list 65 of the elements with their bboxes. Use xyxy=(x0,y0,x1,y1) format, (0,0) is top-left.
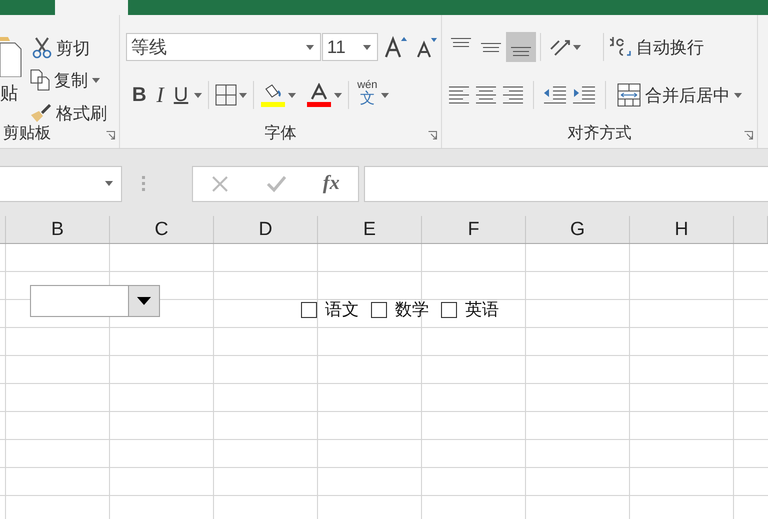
phonetic-button[interactable]: wén 文 xyxy=(355,80,380,110)
cut-button[interactable]: 剪切 xyxy=(30,33,92,63)
insert-function-button[interactable]: fx xyxy=(322,172,340,195)
borders-icon[interactable] xyxy=(215,84,238,106)
dialog-launcher-icon[interactable] xyxy=(106,131,115,140)
checkbox-label: 语文 xyxy=(325,299,359,321)
underline-button[interactable]: U xyxy=(170,80,192,110)
font-color-icon[interactable] xyxy=(306,83,332,107)
checkbox[interactable] xyxy=(441,302,457,318)
merge-cells-icon xyxy=(617,83,641,107)
bold-button[interactable]: B xyxy=(128,80,150,110)
group-label: 对齐方式 xyxy=(568,124,632,144)
increase-indent-icon[interactable] xyxy=(572,85,596,105)
align-bottom-button[interactable] xyxy=(506,32,536,62)
caret-icon xyxy=(105,181,113,186)
checkbox-label: 英语 xyxy=(465,299,499,321)
font-size-field[interactable]: 11 xyxy=(322,33,378,61)
grip-icon xyxy=(142,176,146,192)
align-right-icon[interactable] xyxy=(502,85,524,105)
column-header[interactable]: F xyxy=(422,216,526,243)
caret-icon xyxy=(306,44,314,50)
wrap-text-button[interactable]: 自动换行 xyxy=(608,32,706,62)
dropdown-button[interactable] xyxy=(128,286,159,316)
column-header[interactable]: C xyxy=(110,216,214,243)
align-left-icon[interactable] xyxy=(448,85,470,105)
column-header[interactable]: G xyxy=(526,216,630,243)
caret-icon xyxy=(363,44,371,50)
caret-icon xyxy=(734,92,742,98)
caret-icon xyxy=(573,44,581,50)
paste-label: 贴 xyxy=(0,82,19,105)
align-top-icon xyxy=(451,38,471,47)
checkbox[interactable] xyxy=(301,302,317,318)
dialog-launcher-icon[interactable] xyxy=(744,131,753,140)
font-name-field[interactable]: 等线 xyxy=(126,33,321,61)
merge-center-button[interactable]: 合并后居中 xyxy=(615,80,744,110)
fill-color-icon[interactable] xyxy=(260,83,286,107)
checkbox-label: 数学 xyxy=(395,299,429,321)
shrink-font-icon[interactable] xyxy=(416,36,438,58)
caret-icon xyxy=(334,92,342,98)
group-label: 字体 xyxy=(264,124,296,144)
copy-icon xyxy=(30,69,50,91)
caret-icon xyxy=(239,92,248,98)
dialog-launcher-icon[interactable] xyxy=(428,131,437,140)
column-header[interactable]: E xyxy=(318,216,422,243)
group-label: 剪贴板 xyxy=(3,124,51,144)
align-bottom-icon xyxy=(511,47,531,56)
decrease-indent-icon[interactable] xyxy=(543,85,567,105)
orientation-icon[interactable] xyxy=(549,37,573,57)
align-middle-icon xyxy=(481,42,501,52)
caret-icon xyxy=(288,92,296,98)
caret-icon xyxy=(381,92,390,98)
column-header[interactable]: B xyxy=(6,216,110,243)
brush-icon xyxy=(30,103,52,123)
grow-font-icon[interactable] xyxy=(385,36,407,58)
italic-button[interactable]: I xyxy=(152,80,168,110)
caret-icon xyxy=(194,92,202,98)
checkbox[interactable] xyxy=(371,302,387,318)
caret-icon xyxy=(137,297,151,305)
column-header[interactable]: D xyxy=(214,216,318,243)
copy-button[interactable]: 复制 xyxy=(28,65,102,95)
caret-icon xyxy=(92,78,100,82)
align-center-icon[interactable] xyxy=(475,85,497,105)
scissors-icon xyxy=(32,37,52,59)
column-header[interactable]: H xyxy=(630,216,734,243)
formula-field[interactable] xyxy=(364,166,768,202)
